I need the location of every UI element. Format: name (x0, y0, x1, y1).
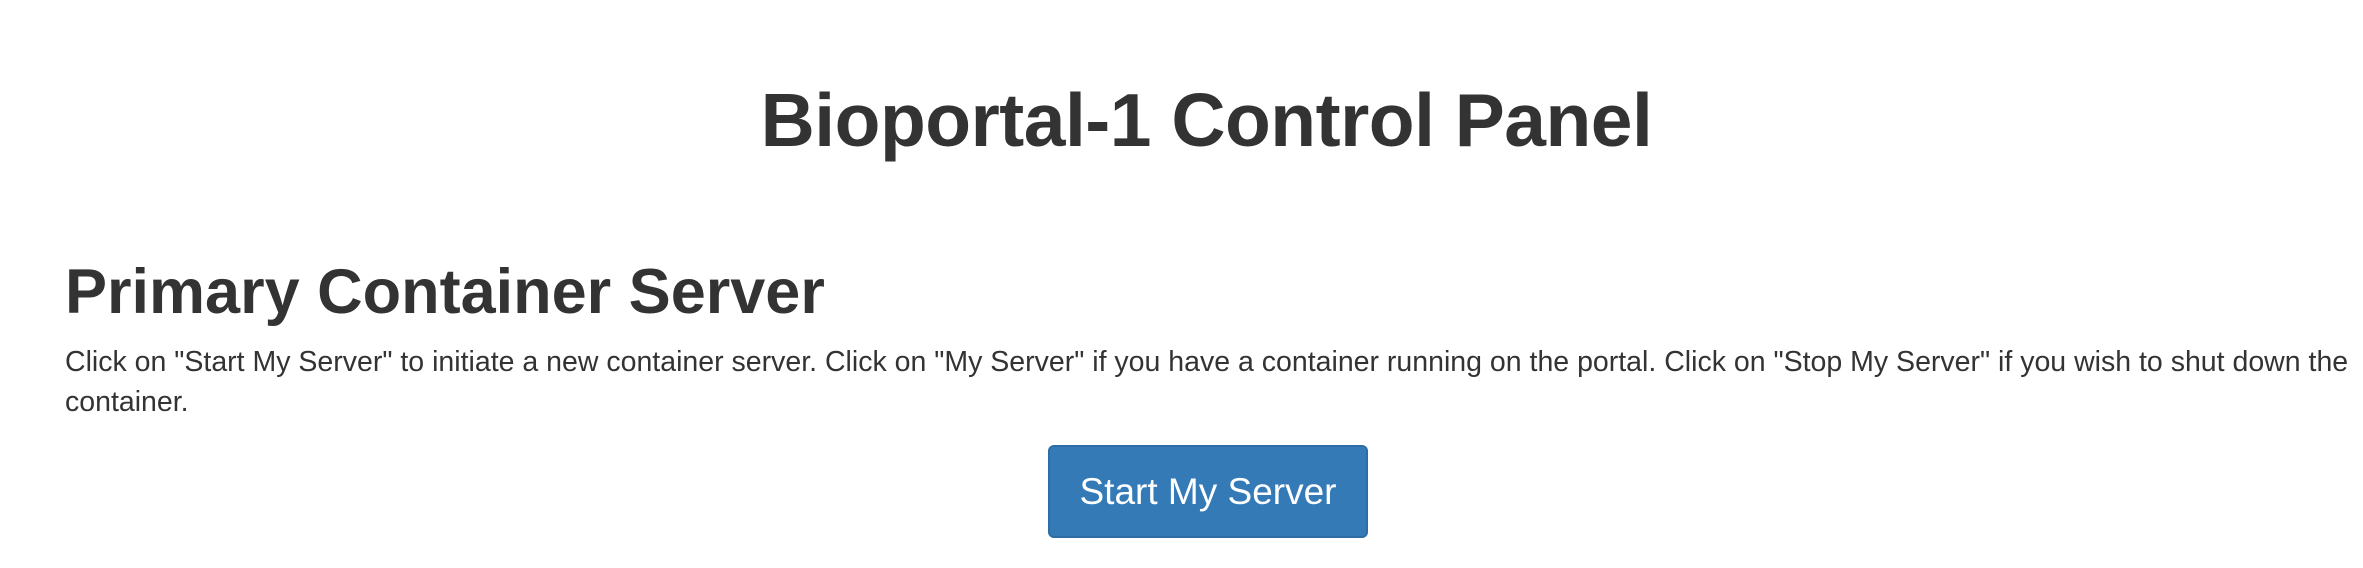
control-panel-page: Bioportal-1 Control Panel Primary Contai… (0, 0, 2363, 568)
actions-container: Start My Server (1048, 445, 1368, 538)
page-title: Bioportal-1 Control Panel (760, 78, 1653, 162)
primary-container-section: Primary Container Server Click on "Start… (65, 250, 2355, 422)
section-title: Primary Container Server (65, 257, 825, 327)
section-description: Click on "Start My Server" to initiate a… (65, 346, 2349, 418)
start-my-server-button[interactable]: Start My Server (1048, 445, 1368, 538)
